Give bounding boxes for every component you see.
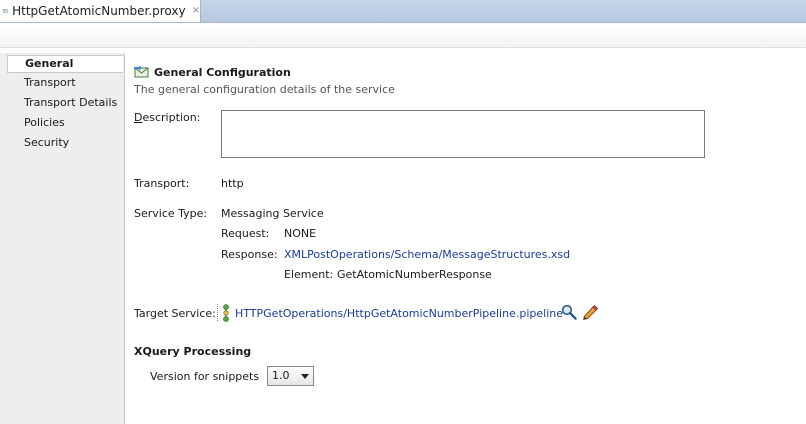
version-value: 1.0 (272, 369, 290, 382)
proxy-service-icon (134, 65, 149, 78)
target-service-link[interactable]: HTTPGetOperations/HttpGetAtomicNumberPip… (235, 307, 563, 320)
service-type-value: Messaging Service (221, 207, 324, 220)
separator (217, 304, 218, 321)
transport-value: http (221, 177, 244, 190)
request-value: NONE (284, 227, 317, 240)
version-label: Version for snippets (150, 370, 260, 383)
sidebar-item-transport-details[interactable]: Transport Details (7, 94, 123, 112)
close-tab-icon[interactable]: × (192, 6, 200, 16)
section-title: General Configuration (154, 66, 291, 79)
pipeline-icon (223, 304, 229, 322)
sidebar-nav: General Transport Transport Details Poli… (0, 53, 125, 424)
xquery-heading: XQuery Processing (134, 345, 252, 358)
version-dropdown[interactable]: 1.0 (267, 366, 314, 386)
element-value: GetAtomicNumberResponse (337, 268, 492, 281)
pencil-icon[interactable] (581, 304, 598, 320)
editor-toolbar (0, 23, 806, 48)
chevron-down-icon (301, 374, 309, 379)
target-service-label: Target Service: (134, 307, 216, 320)
request-label: Request: (221, 227, 270, 240)
response-label: Response: (221, 248, 278, 261)
general-configuration-panel: General Configuration The general config… (125, 53, 806, 424)
proxy-service-icon (3, 8, 8, 13)
editor-tab-bar: HttpGetAtomicNumber.proxy × (0, 0, 806, 23)
magnifier-icon[interactable] (561, 304, 577, 320)
description-field[interactable] (221, 110, 705, 158)
description-label: Description: (134, 111, 200, 124)
sidebar-item-transport[interactable]: Transport (7, 74, 123, 92)
service-type-label: Service Type: (134, 207, 208, 220)
sidebar-item-policies[interactable]: Policies (7, 114, 123, 132)
transport-label: Transport: (134, 177, 190, 190)
description-label-text: escription: (142, 111, 201, 124)
section-description: The general configuration details of the… (134, 83, 395, 96)
sidebar-item-security[interactable]: Security (7, 134, 123, 152)
tab-httpgetatomicnumber-proxy[interactable]: HttpGetAtomicNumber.proxy × (0, 0, 201, 22)
response-schema-link[interactable]: XMLPostOperations/Schema/MessageStructur… (284, 248, 570, 261)
sidebar-item-general[interactable]: General (7, 55, 123, 73)
element-label: Element: (284, 268, 334, 281)
tab-title: HttpGetAtomicNumber.proxy (12, 4, 186, 18)
